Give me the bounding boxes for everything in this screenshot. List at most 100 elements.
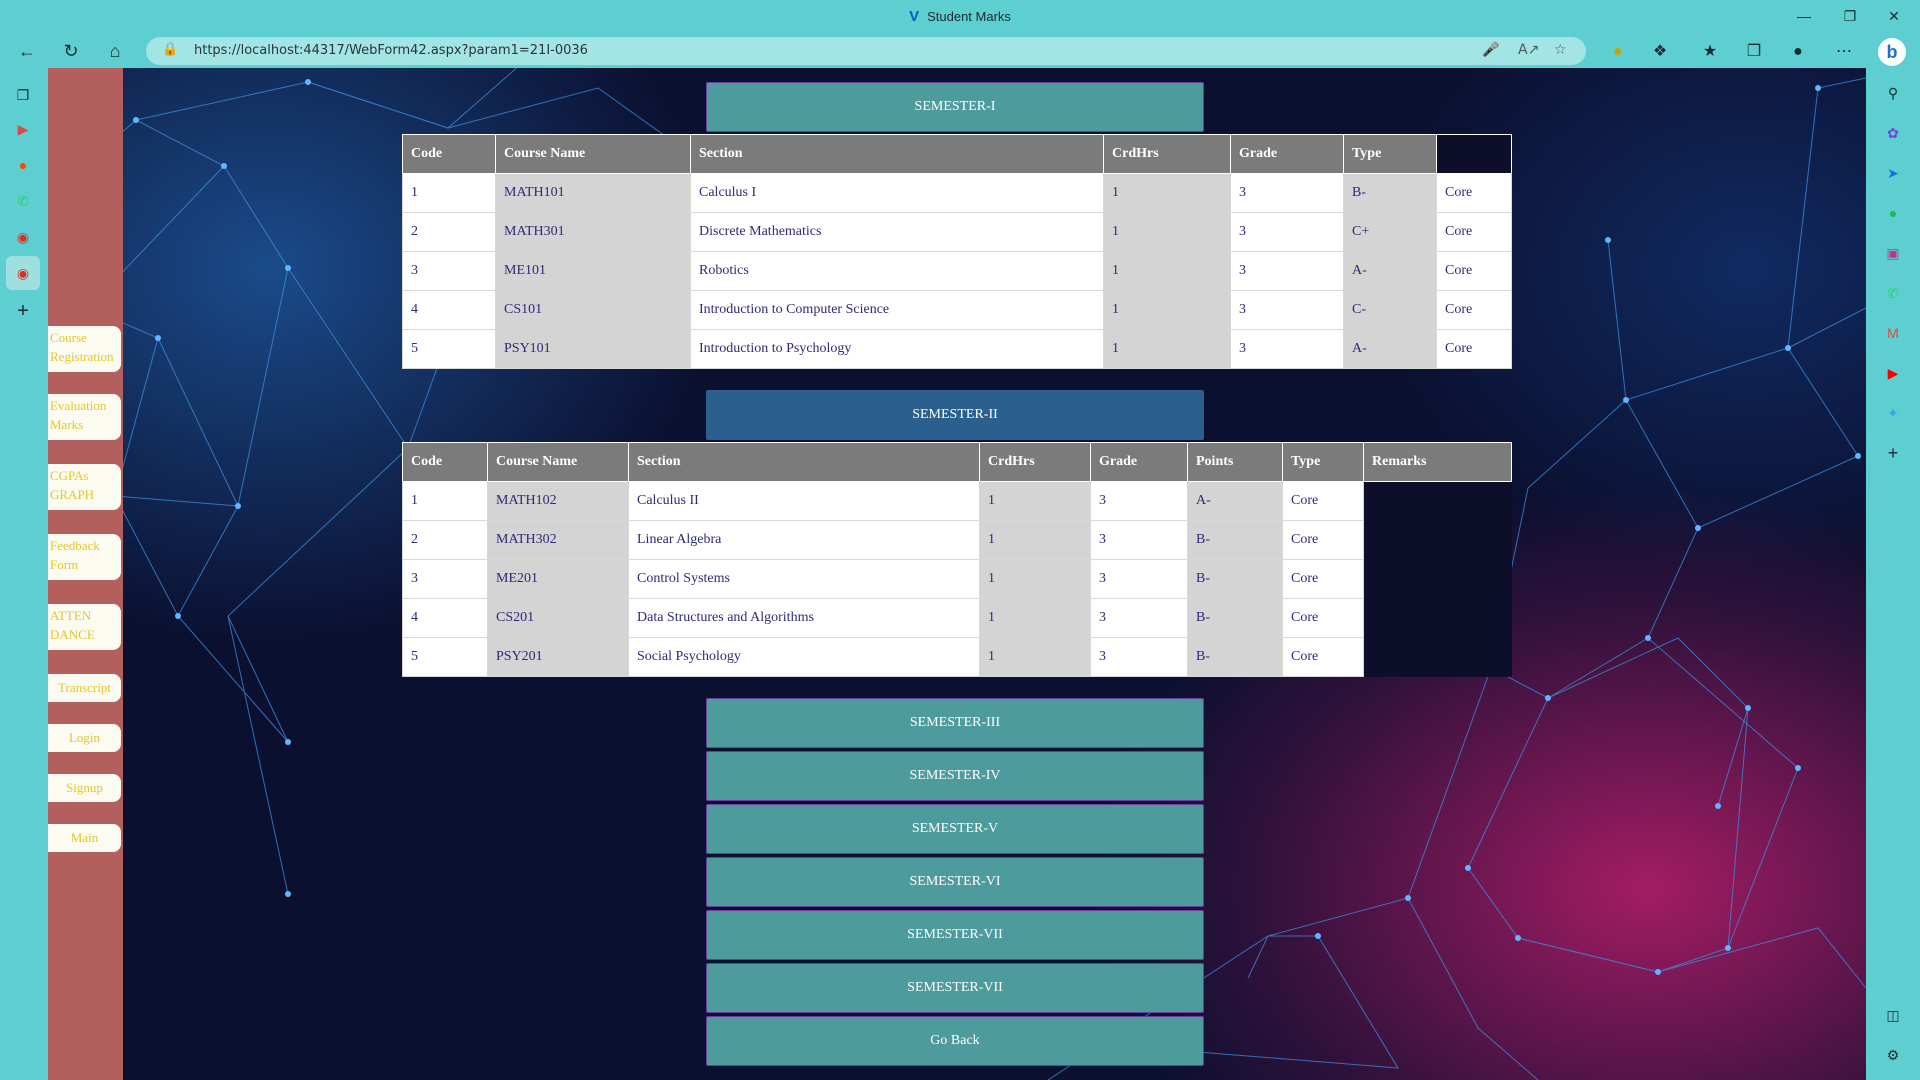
cell: Core: [1282, 481, 1364, 521]
whatsapp-icon[interactable]: ✆: [1882, 282, 1904, 304]
cell: CS201: [487, 598, 629, 638]
table-row: 5 PSY101 Introduction to Psychology 1 3 …: [402, 329, 1512, 369]
active-tab-icon[interactable]: ◉: [6, 256, 40, 290]
favorites-icon[interactable]: ★: [1698, 40, 1722, 64]
instagram-icon[interactable]: ▣: [1882, 242, 1904, 264]
refresh-button[interactable]: ↻: [56, 38, 86, 64]
side-navigation: Course Registration Evaluation Marks CGP…: [48, 68, 123, 1080]
column-header: Section: [628, 442, 980, 482]
cell: 5: [402, 637, 488, 677]
cell: 3: [1090, 559, 1188, 599]
new-tab-icon[interactable]: +: [12, 300, 34, 322]
home-button[interactable]: ⌂: [100, 38, 130, 64]
copilot-sidebar-icon[interactable]: ✿: [1882, 122, 1904, 144]
back-button[interactable]: ←: [12, 38, 42, 64]
cell: Core: [1282, 637, 1364, 677]
search-icon[interactable]: ⚲: [1882, 82, 1904, 104]
cell: 1: [979, 637, 1091, 677]
nav-evaluation-marks[interactable]: Evaluation Marks: [48, 394, 121, 440]
cell: B-: [1187, 598, 1283, 638]
nav-course-registration[interactable]: Course Registration: [48, 326, 121, 372]
edge-sidebar: ⚲ ✿ ➤ ● ▣ ✆ M ▶ ✦ + ◫ ⚙: [1866, 68, 1920, 1080]
table-row: 3 ME201 Control Systems 1 3 B- Core: [402, 559, 1512, 599]
collections-icon[interactable]: ❐: [1742, 40, 1766, 64]
window-titlebar: V Student Marks — ❐ ✕: [0, 0, 1920, 34]
record-tab-icon[interactable]: ◉: [12, 226, 34, 248]
nav-cgpas-graph[interactable]: CGPAs GRAPH: [48, 464, 121, 510]
tab-actions-icon[interactable]: ❐: [12, 84, 34, 106]
column-header: Section: [690, 134, 1104, 174]
sidebar-toggle-icon[interactable]: ◫: [1882, 1004, 1904, 1026]
nav-attendance[interactable]: ATTEN DANCE: [48, 604, 121, 650]
nav-main[interactable]: Main: [48, 824, 121, 852]
microphone-icon[interactable]: 🎤: [1482, 42, 1499, 58]
semester-3-button[interactable]: SEMESTER-III: [706, 698, 1204, 748]
nav-transcript[interactable]: Transcript: [48, 674, 121, 702]
cell: Core: [1436, 212, 1512, 252]
read-aloud-icon[interactable]: A↗: [1518, 42, 1539, 58]
restore-button[interactable]: ❐: [1830, 4, 1870, 28]
youtube-tab-icon[interactable]: ▶: [12, 118, 34, 140]
cell: 3: [402, 251, 496, 291]
add-sidebar-app-icon[interactable]: +: [1882, 442, 1904, 464]
add-favorite-icon[interactable]: ☆: [1554, 42, 1567, 58]
cell: Core: [1436, 251, 1512, 291]
semester-4-button[interactable]: SEMESTER-IV: [706, 751, 1204, 801]
table-row: 4 CS201 Data Structures and Algorithms 1…: [402, 598, 1512, 638]
spotify-icon[interactable]: ●: [1882, 202, 1904, 224]
go-back-button[interactable]: Go Back: [706, 1016, 1204, 1066]
whatsapp-tab-icon[interactable]: ✆: [12, 190, 34, 212]
address-bar[interactable]: 🔒 https://localhost:44317/WebForm42.aspx…: [146, 37, 1586, 65]
table-row: 4 CS101 Introduction to Computer Science…: [402, 290, 1512, 330]
nav-feedback-form[interactable]: Feedback Form: [48, 534, 121, 580]
remarks-cell: [1363, 598, 1512, 638]
semester-2-button[interactable]: SEMESTER-II: [706, 390, 1204, 440]
settings-gear-icon[interactable]: ⚙: [1882, 1044, 1904, 1066]
close-button[interactable]: ✕: [1874, 4, 1914, 28]
cell: 3: [1230, 251, 1344, 291]
cell: 3: [1230, 173, 1344, 213]
tool-icon[interactable]: ✦: [1882, 402, 1904, 424]
cell: 1: [402, 481, 488, 521]
url-text[interactable]: https://localhost:44317/WebForm42.aspx?p…: [194, 43, 588, 58]
cell: A-: [1343, 251, 1437, 291]
nav-login[interactable]: Login: [48, 724, 121, 752]
column-header: Course Name: [487, 442, 629, 482]
cell: 3: [1090, 481, 1188, 521]
column-header: Code: [402, 442, 488, 482]
lock-icon[interactable]: 🔒: [162, 42, 178, 57]
cell: Data Structures and Algorithms: [628, 598, 980, 638]
column-header: Remarks: [1363, 442, 1512, 482]
extension-icon[interactable]: ●: [1606, 40, 1630, 64]
cell: A-: [1187, 481, 1283, 521]
cell: Core: [1436, 290, 1512, 330]
column-header: Code: [402, 134, 496, 174]
semester-5-button[interactable]: SEMESTER-V: [706, 804, 1204, 854]
cell: 3: [1230, 290, 1344, 330]
nav-signup[interactable]: Signup: [48, 774, 121, 802]
send-icon[interactable]: ➤: [1882, 162, 1904, 184]
semester-7-button[interactable]: SEMESTER-VII: [706, 910, 1204, 960]
cell: 1: [1103, 173, 1231, 213]
copilot-icon[interactable]: b: [1878, 38, 1906, 66]
column-header: Type: [1282, 442, 1364, 482]
gmail-icon[interactable]: M: [1882, 322, 1904, 344]
cell: 1: [402, 173, 496, 213]
cell: 1: [1103, 290, 1231, 330]
cell: 5: [402, 329, 496, 369]
semester-6-button[interactable]: SEMESTER-VI: [706, 857, 1204, 907]
minimize-button[interactable]: —: [1784, 4, 1824, 28]
column-header: Grade: [1090, 442, 1188, 482]
youtube-icon[interactable]: ▶: [1882, 362, 1904, 384]
more-menu-icon[interactable]: ⋯: [1832, 40, 1856, 64]
semester-1-button[interactable]: SEMESTER-I: [706, 82, 1204, 132]
window-title: V Student Marks: [0, 8, 1920, 25]
cell: Calculus I: [690, 173, 1104, 213]
table-row: 5 PSY201 Social Psychology 1 3 B- Core: [402, 637, 1512, 677]
cell: B-: [1187, 559, 1283, 599]
reddit-tab-icon[interactable]: ●: [12, 154, 34, 176]
extensions-icon[interactable]: ❖: [1648, 40, 1672, 64]
profile-avatar-icon[interactable]: ●: [1786, 40, 1810, 64]
semester-8-button[interactable]: SEMESTER-VII: [706, 963, 1204, 1013]
remarks-cell: [1363, 637, 1512, 677]
